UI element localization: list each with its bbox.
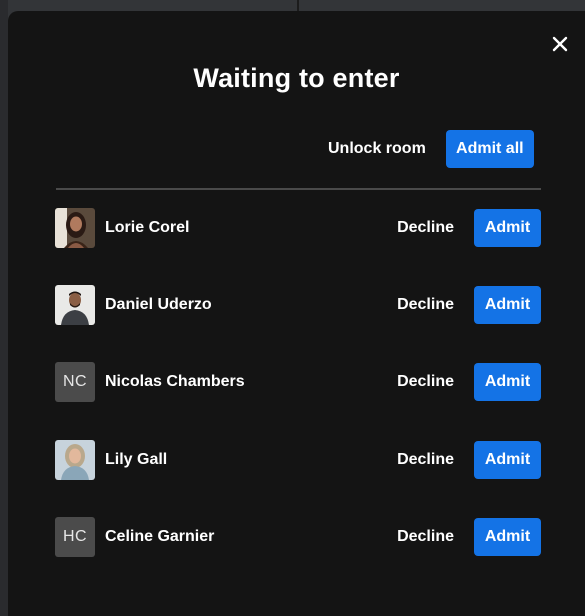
admit-button[interactable]: Admit xyxy=(474,209,541,247)
participant-name: Lorie Corel xyxy=(105,219,190,236)
backdrop-edge xyxy=(0,0,8,616)
decline-button[interactable]: Decline xyxy=(397,296,454,314)
unlock-room-button[interactable]: Unlock room xyxy=(328,140,426,158)
divider xyxy=(56,188,541,190)
participant-name: Celine Garnier xyxy=(105,528,215,545)
avatar xyxy=(55,440,95,480)
decline-button[interactable]: Decline xyxy=(397,528,454,546)
waiting-room-dialog: Waiting to enter Unlock room Admit all L… xyxy=(8,11,585,616)
avatar xyxy=(55,208,95,248)
person-photo-icon xyxy=(55,285,95,325)
dialog-toolbar: Unlock room Admit all xyxy=(328,130,534,168)
participant-row: Lorie Corel Decline Admit xyxy=(55,208,541,248)
decline-button[interactable]: Decline xyxy=(397,451,454,469)
avatar xyxy=(55,285,95,325)
dialog-title: Waiting to enter xyxy=(193,63,400,93)
close-button[interactable] xyxy=(546,30,574,58)
admit-button[interactable]: Admit xyxy=(474,518,541,556)
admit-all-button[interactable]: Admit all xyxy=(445,130,534,168)
participant-row: Lily Gall Decline Admit xyxy=(55,440,541,480)
participant-name: Lily Gall xyxy=(105,451,168,468)
participant-name: Daniel Uderzo xyxy=(105,296,212,313)
close-icon xyxy=(552,36,568,52)
person-photo-icon xyxy=(55,440,95,480)
avatar-initials: NC xyxy=(55,362,95,402)
admit-button[interactable]: Admit xyxy=(474,441,541,479)
participant-row: Daniel Uderzo Decline Admit xyxy=(55,285,541,325)
participant-name: Nicolas Chambers xyxy=(105,373,245,390)
decline-button[interactable]: Decline xyxy=(397,373,454,391)
admit-button[interactable]: Admit xyxy=(474,286,541,324)
participant-row: HC Celine Garnier Decline Admit xyxy=(55,517,541,557)
admit-button[interactable]: Admit xyxy=(474,363,541,401)
person-photo-icon xyxy=(55,208,95,248)
participant-row: NC Nicolas Chambers Decline Admit xyxy=(55,362,541,402)
avatar-initials: HC xyxy=(55,517,95,557)
decline-button[interactable]: Decline xyxy=(397,219,454,237)
